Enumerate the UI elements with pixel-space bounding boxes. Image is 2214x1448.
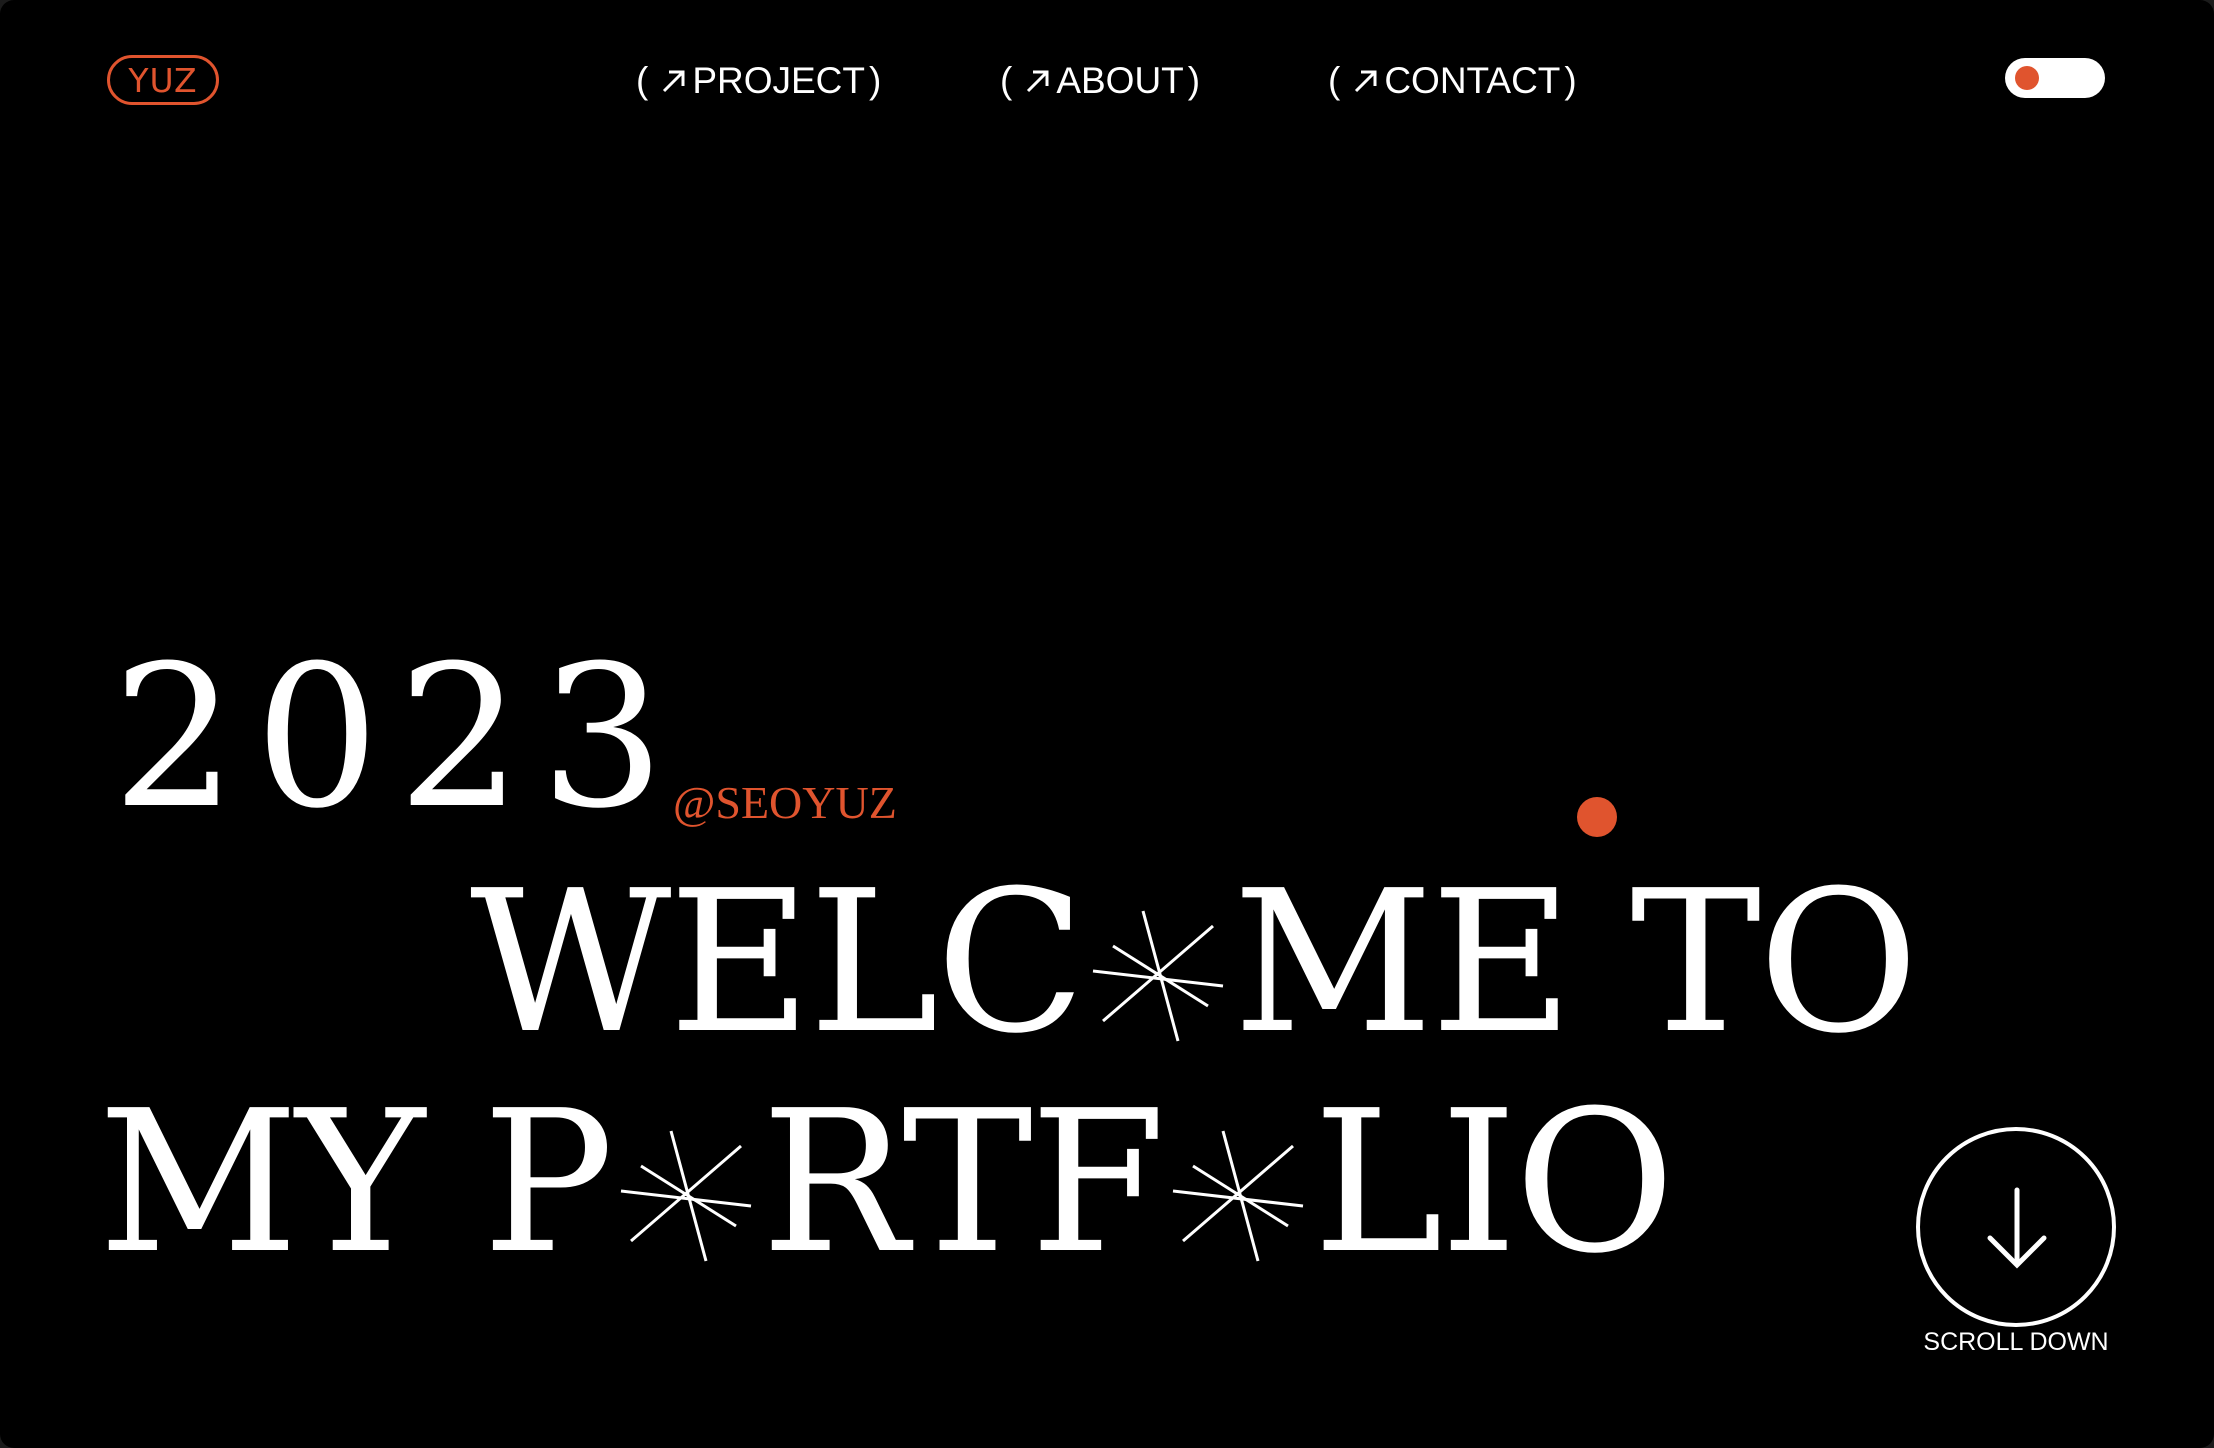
nav-contact[interactable]: ( CONTACT ) [1324, 56, 1581, 106]
asterisk-star-icon [620, 1130, 752, 1262]
hero-year: 2023 [112, 624, 683, 852]
logo[interactable]: YUZ [107, 55, 219, 105]
arrow-down-icon [1987, 1187, 2047, 1269]
nav-about[interactable]: ( ABOUT ) [996, 56, 1204, 106]
asterisk-star-icon [1092, 910, 1223, 1042]
toggle-knob [2015, 66, 2039, 90]
nav-project[interactable]: ( PROJECT ) [632, 56, 885, 106]
hero-line-2-part-2: P [482, 1069, 614, 1297]
nav-about-label: ABOUT [1056, 60, 1184, 101]
hero-line-1: WELC ME TO [470, 849, 1919, 1077]
theme-toggle[interactable] [2005, 58, 2105, 98]
hero-handle: @SEOYUZ [673, 777, 897, 828]
nav-contact-label: CONTACT [1384, 60, 1561, 101]
hero-line-2-part-4: LIO [1312, 1069, 1675, 1297]
scroll-down-button[interactable] [1916, 1127, 2116, 1327]
hero-line-2-part-1: MY [98, 1069, 425, 1297]
hero-line-1-part-3: TO [1630, 849, 1918, 1077]
page: YUZ ( PROJECT ) ( ABOUT ) ( CONTACT ) 20… [0, 0, 2214, 1448]
hero-line-1-part-1: WELC [470, 849, 1086, 1077]
scroll-down-label: SCROLL DOWN [1923, 1328, 2109, 1356]
arrow-up-right-icon [663, 70, 685, 93]
arrow-up-right-icon [1027, 70, 1049, 93]
logo-text: YUZ [128, 60, 198, 100]
arrow-up-right-icon [1355, 70, 1377, 93]
hero-line-2: MY P RTF LIO [98, 1069, 1675, 1297]
hero-line-1-part-2: ME [1232, 849, 1574, 1077]
hero-line-2-part-3: RTF [760, 1069, 1166, 1297]
accent-dot [1577, 797, 1617, 837]
nav-project-label: PROJECT [692, 60, 866, 101]
asterisk-star-icon [1172, 1130, 1304, 1262]
